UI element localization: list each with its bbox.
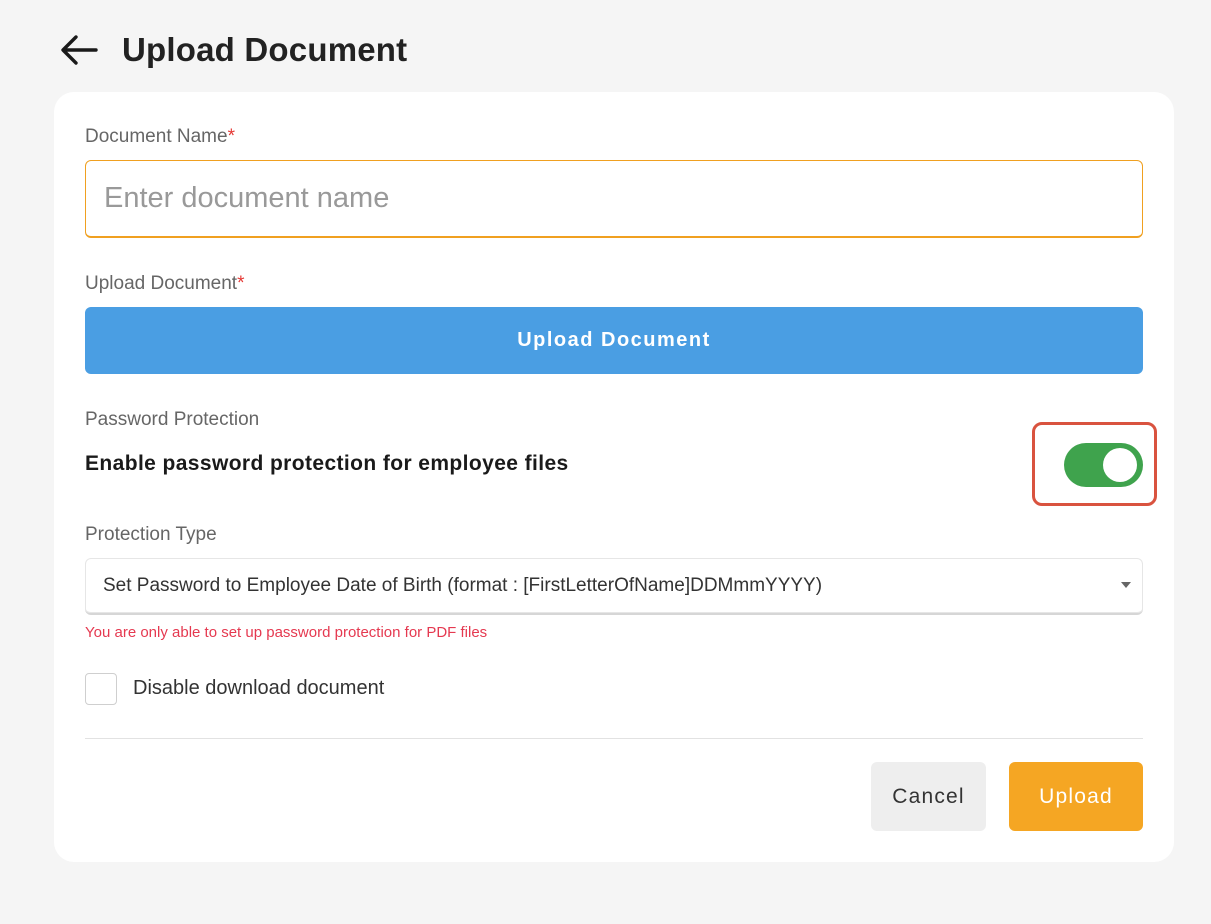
- arrow-left-icon: [61, 35, 98, 65]
- upload-form-card: Document Name* Upload Document* Upload D…: [54, 92, 1174, 862]
- disable-download-label[interactable]: Disable download document: [133, 677, 384, 700]
- password-protection-toggle[interactable]: [1064, 443, 1143, 487]
- upload-document-label-text: Upload Document: [85, 273, 238, 294]
- password-protection-label: Password Protection: [85, 409, 260, 430]
- divider: [85, 738, 1143, 739]
- protection-type-selected: Set Password to Employee Date of Birth (…: [103, 574, 823, 596]
- upload-document-label: Upload Document*: [85, 273, 245, 295]
- cancel-button[interactable]: Cancel: [871, 762, 986, 831]
- protection-type-select[interactable]: Set Password to Employee Date of Birth (…: [85, 558, 1143, 615]
- page-title: Upload Document: [122, 31, 408, 68]
- document-name-label-text: Document Name: [85, 126, 228, 147]
- required-mark: *: [237, 273, 245, 294]
- page: Upload Document Document Name* Upload Do…: [0, 0, 1211, 924]
- pdf-only-warning: You are only able to set up password pro…: [85, 624, 488, 641]
- caret-down-icon: [1121, 582, 1131, 588]
- required-mark: *: [227, 126, 235, 147]
- upload-submit-button[interactable]: Upload: [1009, 762, 1143, 831]
- document-name-input[interactable]: [85, 160, 1143, 238]
- protection-type-label: Protection Type: [85, 524, 217, 545]
- upload-document-button[interactable]: Upload Document: [85, 307, 1143, 374]
- page-header: Upload Document: [60, 28, 407, 72]
- back-button[interactable]: [60, 30, 100, 70]
- document-name-label: Document Name*: [85, 126, 235, 148]
- password-protection-description: Enable password protection for employee …: [85, 452, 569, 475]
- toggle-knob: [1103, 448, 1137, 482]
- disable-download-checkbox[interactable]: [85, 673, 117, 705]
